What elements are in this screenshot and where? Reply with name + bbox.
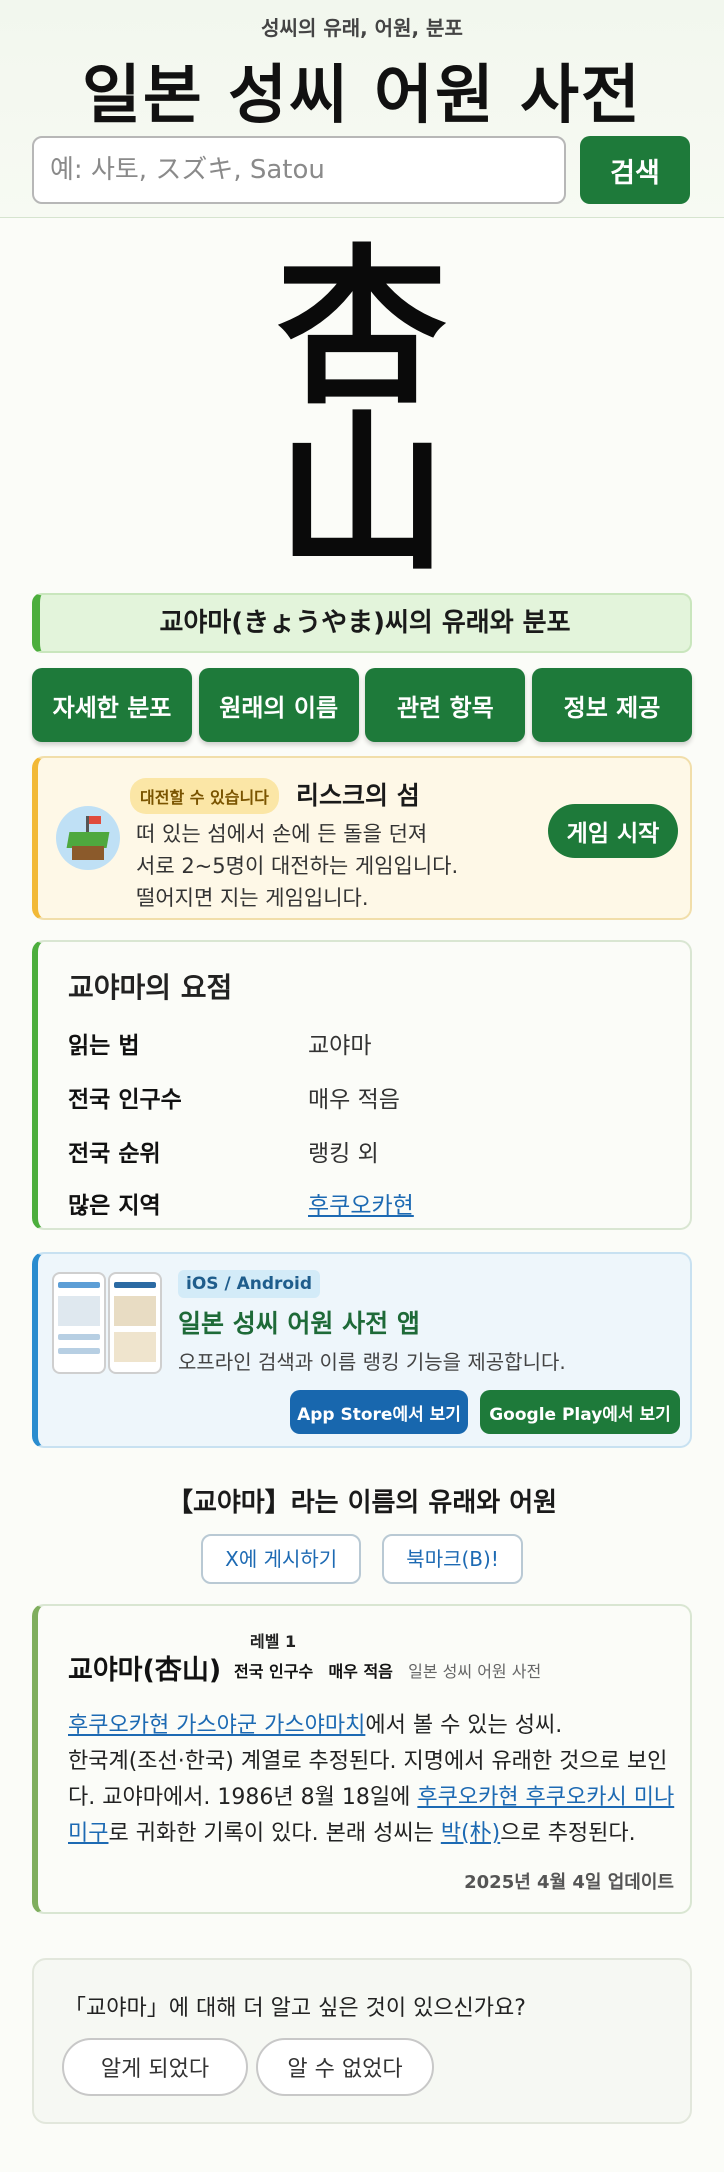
bookmark-button[interactable]: 북마크(B)! (382, 1534, 523, 1584)
app-store-button[interactable]: App Store에서 보기 (290, 1390, 468, 1434)
detail-meta: 전국 인구수 매우 적음 일본 성씨 어원 사전 (234, 1662, 542, 1681)
origin-description: 후쿠오카현 가스야군 가스야마치에서 볼 수 있는 성씨. 한국계(조선·한국) … (68, 1713, 675, 1846)
nav-original-name-button[interactable]: 원래의 이름 (198, 668, 359, 742)
surname-heading: 교야마(杏山) (68, 1655, 222, 1686)
place-link[interactable]: 후쿠오카현 가스야군 가스야마치 (68, 1713, 365, 1738)
game-promo-card: 대전할 수 있습니다 리스크의 섬 떠 있는 섬에서 손에 든 돌을 던져 서로… (32, 756, 692, 920)
surname-kanji-top: 杏 (276, 230, 447, 428)
island-game-icon (56, 806, 120, 870)
app-screenshot (108, 1272, 162, 1374)
feedback-card: 「교야마」에 대해 더 알고 싶은 것이 있으신가요? 알게 되었다 알 수 없… (32, 1958, 692, 2124)
summary-card: 교야마의 요점 읽는 법 교야마 전국 인구수 매우 적음 전국 순위 랭킹 외… (32, 940, 692, 1230)
search-input[interactable] (32, 136, 566, 204)
app-promo-card: iOS / Android 일본 성씨 어원 사전 앱 오프라인 검색과 이름 … (32, 1252, 692, 1448)
game-title: 리스크의 섬 (296, 781, 420, 810)
search-button[interactable]: 검색 (580, 136, 690, 204)
game-start-button[interactable]: 게임 시작 (548, 804, 678, 858)
surname-kanji-bottom: 山 (276, 396, 447, 594)
origin-detail-card: 레벨 1 교야마(杏山) 전국 인구수 매우 적음 일본 성씨 어원 사전 후쿠… (32, 1604, 692, 1914)
game-badge: 대전할 수 있습니다 (130, 778, 279, 814)
game-description: 떠 있는 섬에서 손에 든 돌을 던져 서로 2~5명이 대전하는 게임입니다.… (136, 822, 459, 910)
feedback-no-button[interactable]: 알 수 없었다 (256, 2038, 434, 2096)
site-title[interactable]: 일본 성씨 어원 사전 (0, 44, 724, 136)
app-screenshot (52, 1272, 106, 1374)
app-title: 일본 성씨 어원 사전 앱 (178, 1309, 420, 1338)
origin-heading: 【교야마】라는 이름의 유래와 어원 (166, 1488, 558, 1518)
origin-section-title: 교야마(きょうやま)씨의 유래와 분포 (32, 593, 692, 653)
google-play-button[interactable]: Google Play에서 보기 (480, 1390, 680, 1434)
nav-related-button[interactable]: 관련 항목 (365, 668, 526, 742)
platform-badge: iOS / Android (178, 1270, 321, 1298)
original-surname-link[interactable]: 박(朴) (441, 1821, 500, 1846)
nav-distribution-button[interactable]: 자세한 분포 (32, 668, 192, 742)
site-subtitle: 성씨의 유래, 어원, 분포 (261, 16, 463, 40)
summary-title: 교야마의 요점 (68, 971, 233, 1004)
region-link[interactable]: 후쿠오카현 (308, 1186, 414, 1220)
share-row: X에 게시하기 북마크(B)! (0, 1534, 724, 1584)
updated-date: 2025년 4월 4일 업데이트 (464, 1872, 674, 1893)
nav-submit-info-button[interactable]: 정보 제공 (531, 668, 692, 742)
feedback-question: 「교야마」에 대해 더 알고 싶은 것이 있으신가요? (64, 1996, 526, 2021)
feedback-yes-button[interactable]: 알게 되었다 (62, 2038, 248, 2096)
level-label: 레벨 1 (250, 1632, 297, 1651)
share-x-button[interactable]: X에 게시하기 (201, 1534, 362, 1584)
site-header: 성씨의 유래, 어원, 분포 일본 성씨 어원 사전 검색 (0, 0, 724, 218)
section-nav: 자세한 분포 원래의 이름 관련 항목 정보 제공 (32, 668, 692, 742)
app-description: 오프라인 검색과 이름 랭킹 기능을 제공합니다. (178, 1350, 566, 1374)
